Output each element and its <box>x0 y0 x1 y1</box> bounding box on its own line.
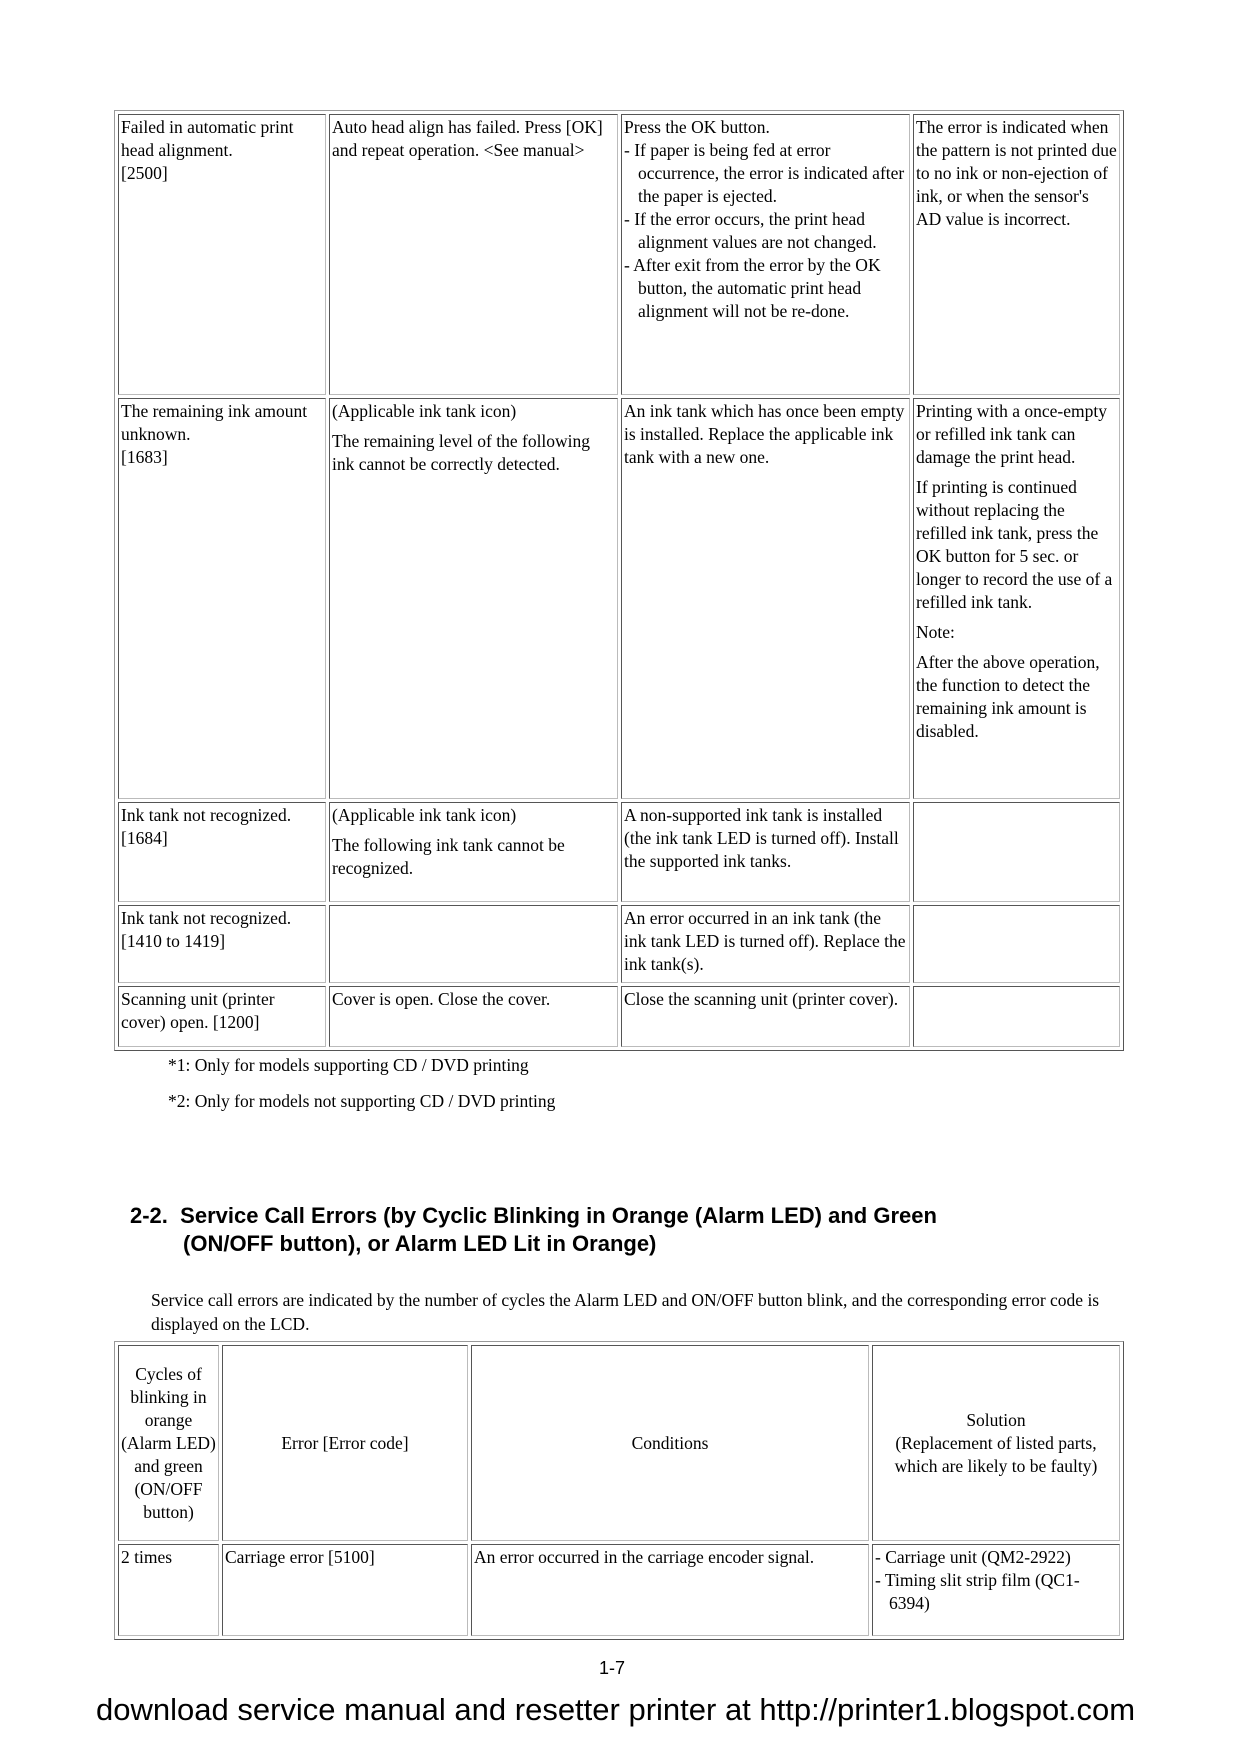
header-solution-note: (Replacement of listed parts, which are … <box>894 1432 1098 1476</box>
table-row: Ink tank not recognized. [1410 to 1419] An… <box>118 905 1120 983</box>
table-row: Failed in automatic print head alignment… <box>118 114 1120 395</box>
cell-message <box>329 905 618 983</box>
cell-error: Failed in automatic print head alignment… <box>118 114 326 395</box>
table-row: The remaining ink amount unknown. [1683] (… <box>118 398 1120 799</box>
cell-error: Ink tank not recognized. [1410 to 1419] <box>118 905 326 983</box>
header-error: Error [Error code] <box>222 1345 468 1541</box>
cell-text: Close the scanning unit (printer cover). <box>624 989 899 1009</box>
cell-remarks: Printing with a once-empty or refilled i… <box>913 398 1120 799</box>
cell-remarks <box>913 986 1120 1047</box>
cell-solution: An ink tank which has once been empty is… <box>621 398 910 799</box>
cell-error: Scanning unit (printer cover) open. [120… <box>118 986 326 1047</box>
cell-text: Scanning unit (printer cover) open. [120… <box>121 989 275 1032</box>
cell-text: Auto head align has failed. Press [OK] a… <box>332 117 603 160</box>
section-heading: 2-2. Service Call Errors (by Cyclic Blin… <box>130 1202 937 1258</box>
cell-text: [1684] <box>121 828 168 848</box>
table-row: 2 times Carriage error [5100] An error o… <box>118 1544 1120 1636</box>
cell-text: The following ink tank cannot be recogni… <box>332 835 565 878</box>
section-number: 2-2. <box>130 1203 168 1228</box>
cell-text: - If paper is being fed at error occurre… <box>624 140 905 206</box>
header-conditions: Conditions <box>471 1345 869 1541</box>
cell-text: [2500] <box>121 163 168 183</box>
header-row: Cycles of blinking in orange (Alarm LED)… <box>118 1345 1120 1541</box>
cell-solution: - Carriage unit (QM2-2922) - Timing slit … <box>872 1544 1120 1636</box>
solution-item: - Timing slit strip film (QC1-6394) <box>875 1570 1080 1613</box>
cell-text: The remaining level of the following ink… <box>332 431 591 474</box>
cell-text: An ink tank which has once been empty is… <box>624 401 905 467</box>
section-title-line1: Service Call Errors (by Cyclic Blinking … <box>180 1203 937 1228</box>
cell-text: The remaining ink amount unknown. <box>121 401 308 444</box>
cell-text: Cover is open. Close the cover. <box>332 989 551 1009</box>
cell-text: Note: <box>916 622 955 642</box>
header-cycles: Cycles of blinking in orange (Alarm LED)… <box>118 1345 219 1541</box>
cell-text: Press the OK button. <box>624 117 770 137</box>
footnote-1: *1: Only for models supporting CD / DVD … <box>168 1055 529 1075</box>
download-banner: download service manual and resetter pri… <box>96 1692 1136 1727</box>
cell-text: An error occurred in an ink tank (the in… <box>624 908 906 974</box>
cell-text: Ink tank not recognized. <box>121 908 292 928</box>
cell-text: The error is indicated when the pattern … <box>916 117 1117 229</box>
section-intro: Service call errors are indicated by the… <box>151 1290 1100 1334</box>
cell-text: A non-supported ink tank is installed (t… <box>624 805 899 871</box>
cell-text: Printing with a once-empty or refilled i… <box>916 401 1108 467</box>
cell-message: Auto head align has failed. Press [OK] a… <box>329 114 618 395</box>
cell-message: Cover is open. Close the cover. <box>329 986 618 1047</box>
page-number: 1-7 <box>598 1658 625 1678</box>
cell-text: (Applicable ink tank icon) <box>332 805 517 825</box>
service-call-table: Cycles of blinking in orange (Alarm LED)… <box>114 1341 1124 1640</box>
cell-error: Carriage error [5100] <box>222 1544 468 1636</box>
cell-solution: A non-supported ink tank is installed (t… <box>621 802 910 902</box>
cell-message: (Applicable ink tank icon) The remaining … <box>329 398 618 799</box>
cell-text: - If the error occurs, the print head al… <box>624 209 877 252</box>
cell-solution: Close the scanning unit (printer cover). <box>621 986 910 1047</box>
header-solution-title: Solution <box>966 1409 1026 1430</box>
table-row: Ink tank not recognized. [1684] (Applicabl… <box>118 802 1120 902</box>
table-row: Scanning unit (printer cover) open. [120… <box>118 986 1120 1047</box>
solution-item: - Carriage unit (QM2-2922) <box>875 1547 1071 1567</box>
cell-text: [1410 to 1419] <box>121 931 226 951</box>
cell-text: If printing is continued without replaci… <box>916 477 1113 612</box>
cell-text: [1683] <box>121 447 168 467</box>
cell-error: Ink tank not recognized. [1684] <box>118 802 326 902</box>
cell-conditions: An error occurred in the carriage encode… <box>471 1544 869 1636</box>
cell-text: After the above operation, the function … <box>916 652 1100 741</box>
cell-cycles: 2 times <box>118 1544 219 1636</box>
cell-text: Ink tank not recognized. <box>121 805 292 825</box>
section-title-line2: (ON/OFF button), or Alarm LED Lit in Ora… <box>183 1231 657 1256</box>
cell-remarks <box>913 802 1120 902</box>
cell-text: Failed in automatic print head alignment… <box>121 117 294 160</box>
footnote-2: *2: Only for models not supporting CD / … <box>168 1091 556 1111</box>
cell-remarks: The error is indicated when the pattern … <box>913 114 1120 395</box>
cell-text: (Applicable ink tank icon) <box>332 401 517 421</box>
cell-text: - After exit from the error by the OK bu… <box>624 255 881 321</box>
cell-remarks <box>913 905 1120 983</box>
error-table: Failed in automatic print head alignment… <box>114 110 1124 1051</box>
cell-message: (Applicable ink tank icon) The following … <box>329 802 618 902</box>
header-solution: Solution (Replacement of listed parts, wh… <box>872 1345 1120 1541</box>
cell-solution: Press the OK button. - If paper is being … <box>621 114 910 395</box>
cell-error: The remaining ink amount unknown. [1683] <box>118 398 326 799</box>
cell-solution: An error occurred in an ink tank (the in… <box>621 905 910 983</box>
